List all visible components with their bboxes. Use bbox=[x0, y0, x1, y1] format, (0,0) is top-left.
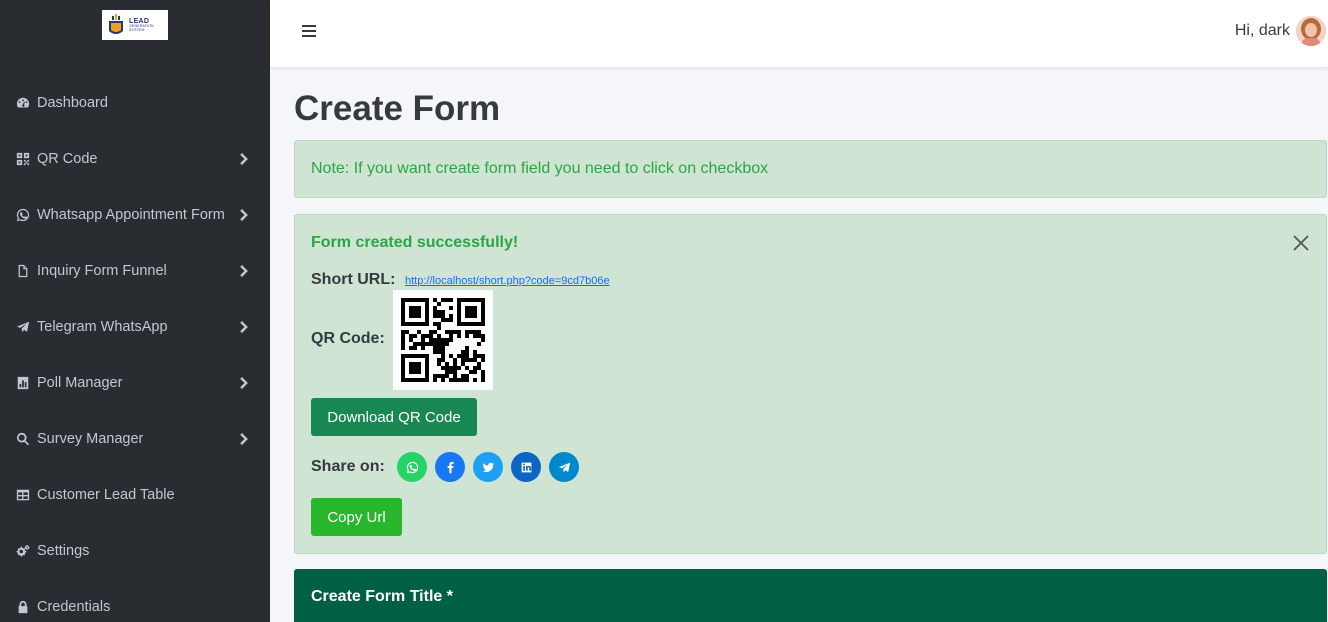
qr-code-image bbox=[393, 290, 493, 390]
download-qr-button[interactable]: Download QR Code bbox=[311, 398, 477, 436]
sidebar-item-label: Survey Manager bbox=[37, 431, 144, 447]
gears-icon bbox=[16, 543, 36, 559]
user-greeting: Hi, dark bbox=[1234, 22, 1290, 39]
menu-toggle-icon[interactable] bbox=[302, 24, 316, 38]
sidebar-item-label: Dashboard bbox=[37, 95, 108, 111]
share-twitter-button[interactable] bbox=[473, 452, 503, 482]
sidebar-item-qr-code[interactable]: QR Code bbox=[0, 131, 270, 187]
twitter-icon bbox=[482, 462, 494, 472]
brand-logo[interactable]: LEAD GENERATION SYSTEM bbox=[102, 10, 168, 40]
chevron-right-icon bbox=[240, 152, 250, 166]
telegram-icon bbox=[558, 462, 570, 472]
top-navbar: Hi, dark bbox=[270, 0, 1328, 67]
whatsapp-icon bbox=[406, 461, 418, 473]
note-text: Note: If you want create form field you … bbox=[311, 160, 769, 177]
sidebar-item-dashboard[interactable]: Dashboard bbox=[0, 75, 270, 131]
sidebar-item-survey-manager[interactable]: Survey Manager bbox=[0, 411, 270, 467]
short-url-label: Short URL: bbox=[311, 271, 396, 288]
share-linkedin-button[interactable] bbox=[511, 452, 541, 482]
info-note-alert: Note: If you want create form field you … bbox=[294, 140, 1327, 198]
share-whatsapp-button[interactable] bbox=[397, 452, 427, 482]
avatar[interactable] bbox=[1296, 16, 1326, 46]
success-alert: Form created successfully! Short URL: ht… bbox=[294, 214, 1327, 554]
short-url-link[interactable]: http://localhost/short.php?code=9cd7b06e bbox=[405, 275, 610, 287]
chevron-right-icon bbox=[240, 320, 250, 334]
chevron-right-icon bbox=[240, 376, 250, 390]
chevron-right-icon bbox=[240, 208, 250, 222]
sidebar-item-label: Whatsapp Appointment Form bbox=[37, 207, 225, 223]
share-facebook-button[interactable] bbox=[435, 452, 465, 482]
table-icon bbox=[16, 487, 36, 503]
share-telegram-button[interactable] bbox=[549, 452, 579, 482]
sidebar-item-inquiry-form-funnel[interactable]: Inquiry Form Funnel bbox=[0, 243, 270, 299]
user-menu[interactable]: Hi, dark bbox=[1235, 16, 1326, 46]
logo-emblem-icon bbox=[106, 13, 126, 37]
sidebar-item-label: Customer Lead Table bbox=[37, 487, 175, 503]
sidebar-item-customer-lead-table[interactable]: Customer Lead Table bbox=[0, 467, 270, 523]
logo-area: LEAD GENERATION SYSTEM bbox=[0, 0, 270, 70]
facebook-icon bbox=[447, 461, 454, 473]
sidebar-item-poll-manager[interactable]: Poll Manager bbox=[0, 355, 270, 411]
sidebar-item-credentials[interactable]: Credentials bbox=[0, 579, 270, 622]
share-on-label: Share on: bbox=[311, 458, 385, 475]
main-content: Create Form Note: If you want create for… bbox=[270, 67, 1328, 622]
poll-icon bbox=[16, 375, 36, 391]
sidebar-item-label: Telegram WhatsApp bbox=[37, 319, 168, 335]
whatsapp-icon bbox=[16, 207, 36, 223]
copy-url-button[interactable]: Copy Url bbox=[311, 498, 402, 536]
sidebar-item-settings[interactable]: Settings bbox=[0, 523, 270, 579]
dashboard-icon bbox=[16, 95, 36, 111]
sidebar-item-label: Credentials bbox=[37, 599, 111, 615]
file-icon bbox=[16, 263, 36, 279]
sidebar-item-label: QR Code bbox=[37, 151, 98, 167]
sidebar: LEAD GENERATION SYSTEM Dashboard QR Code… bbox=[0, 0, 270, 622]
qrcode-icon bbox=[16, 151, 36, 167]
telegram-icon bbox=[16, 319, 36, 335]
qr-code-label: QR Code: bbox=[311, 330, 385, 347]
success-heading: Form created successfully! bbox=[311, 234, 519, 251]
logo-word-secondary: GENERATION SYSTEM bbox=[129, 24, 154, 32]
search-icon bbox=[16, 431, 36, 447]
sidebar-item-label: Inquiry Form Funnel bbox=[37, 263, 167, 279]
chevron-right-icon bbox=[240, 432, 250, 446]
sidebar-item-label: Poll Manager bbox=[37, 375, 123, 391]
lock-icon bbox=[16, 599, 36, 615]
card-header-title: Create Form Title * bbox=[311, 588, 453, 605]
create-form-title-card: Create Form Title * bbox=[294, 569, 1327, 622]
sidebar-item-telegram-whatsapp[interactable]: Telegram WhatsApp bbox=[0, 299, 270, 355]
sidebar-item-label: Settings bbox=[37, 543, 90, 559]
chevron-right-icon bbox=[240, 264, 250, 278]
sidebar-nav: Dashboard QR Code Whatsapp Appointment F… bbox=[0, 75, 270, 622]
sidebar-item-whatsapp-appointment-form[interactable]: Whatsapp Appointment Form bbox=[0, 187, 270, 243]
close-icon[interactable] bbox=[1292, 234, 1310, 252]
linkedin-icon bbox=[521, 462, 531, 472]
page-title: Create Form bbox=[294, 89, 501, 128]
